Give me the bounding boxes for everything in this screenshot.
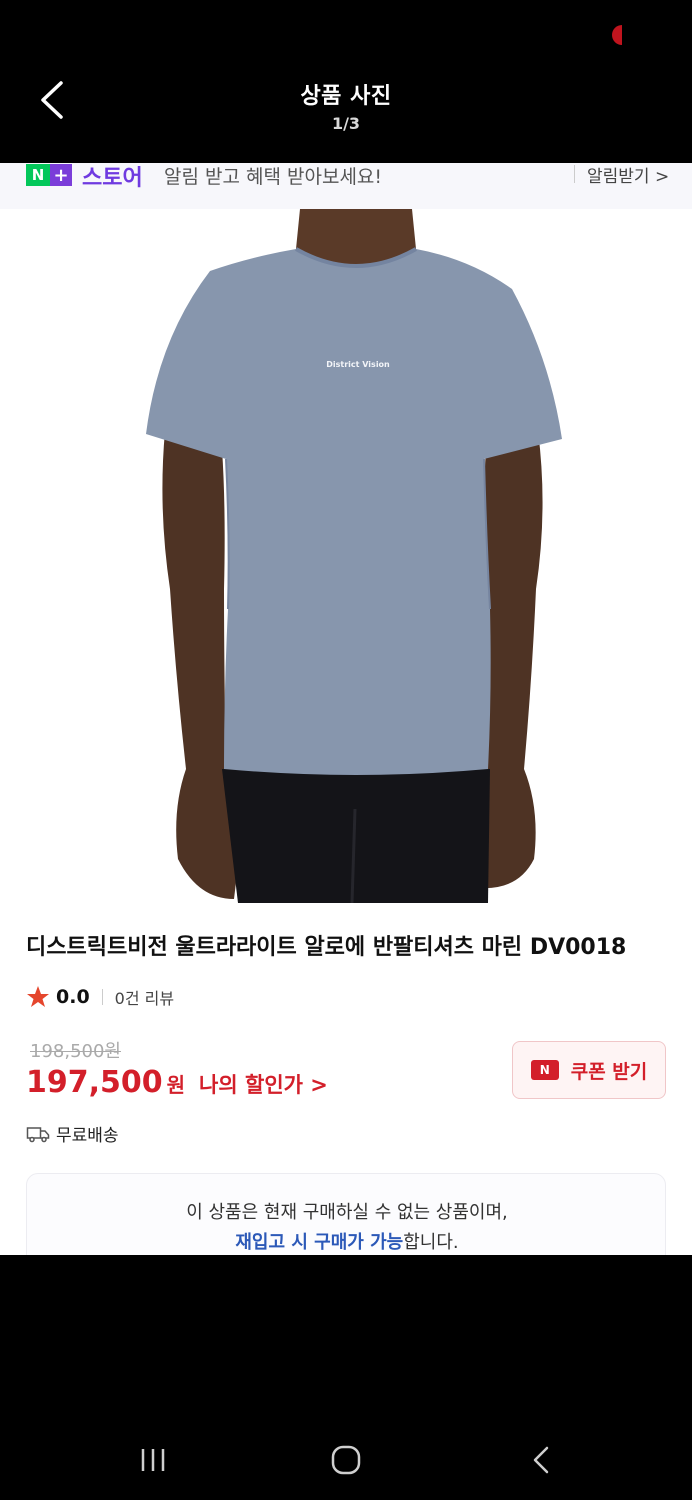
recent-apps-button[interactable] bbox=[128, 1438, 178, 1482]
sale-price-row: 197,500 원 나의 할인가 > bbox=[26, 1065, 328, 1100]
sale-price: 197,500 bbox=[26, 1065, 163, 1100]
recent-apps-icon bbox=[141, 1449, 165, 1471]
banner-divider bbox=[574, 165, 575, 183]
shipping-info: 무료배송 bbox=[26, 1121, 119, 1146]
store-name: 스토어 bbox=[82, 166, 143, 191]
rating-value: 0.0 bbox=[56, 986, 90, 1008]
back-arrow-icon bbox=[533, 1446, 549, 1474]
notice-highlight: 재입고 시 구매가 가능 bbox=[235, 1232, 404, 1253]
notice-line-1: 이 상품은 현재 구매하실 수 없는 상품이며, bbox=[186, 1202, 508, 1223]
status-indicator bbox=[612, 25, 622, 45]
coupon-logo-icon: N bbox=[530, 1060, 559, 1080]
photo-counter: 1/3 bbox=[331, 114, 361, 133]
unavailable-notice: 이 상품은 현재 구매하실 수 없는 상품이며, 재입고 시 구매가 가능합니다… bbox=[26, 1173, 666, 1255]
viewer-header: 상품 사진 1/3 bbox=[0, 0, 692, 163]
notice-line-2-rest: 합니다. bbox=[403, 1232, 459, 1253]
get-notifications-link[interactable]: 알림받기 > bbox=[587, 163, 669, 187]
truck-icon bbox=[26, 1126, 50, 1142]
my-discount-link[interactable]: 나의 할인가 > bbox=[199, 1069, 328, 1099]
home-icon bbox=[331, 1445, 361, 1475]
system-back-button[interactable] bbox=[516, 1438, 566, 1482]
product-title: 디스트릭트비전 울트라라이트 알로에 반팔티셔츠 마린 DV0018 bbox=[26, 935, 627, 960]
home-button[interactable] bbox=[321, 1438, 371, 1482]
photo-viewer-screen: 상품 사진 1/3 N + 스토어 알림 받고 혜택 받아보세요! 알림받기 > bbox=[0, 0, 692, 1500]
get-coupon-button[interactable]: N 쿠폰 받기 bbox=[512, 1041, 666, 1099]
shirt-print: District Vision bbox=[326, 360, 390, 369]
sale-price-unit: 원 bbox=[166, 1073, 186, 1097]
store-notification-banner[interactable]: N + 스토어 알림 받고 혜택 받아보세요! 알림받기 > bbox=[0, 163, 692, 210]
product-panel: N + 스토어 알림 받고 혜택 받아보세요! 알림받기 > District … bbox=[0, 163, 692, 1255]
system-navigation-bar bbox=[0, 1400, 692, 1500]
shipping-label: 무료배송 bbox=[56, 1126, 119, 1146]
banner-message: 알림 받고 혜택 받아보세요! bbox=[164, 166, 383, 188]
rating-row: 0.0 0건 리뷰 bbox=[26, 985, 174, 1009]
notice-line-2: 재입고 시 구매가 가능합니다. bbox=[27, 1228, 667, 1254]
product-photo[interactable]: District Vision bbox=[0, 209, 692, 903]
logo-n: N bbox=[26, 164, 50, 186]
coupon-button-label: 쿠폰 받기 bbox=[570, 1060, 648, 1083]
rating-divider bbox=[101, 989, 103, 1005]
review-count-link[interactable]: 0건 리뷰 bbox=[115, 985, 174, 1009]
original-price: 198,500원 bbox=[30, 1041, 121, 1062]
page-title: 상품 사진 bbox=[300, 84, 392, 109]
logo-plus: + bbox=[50, 164, 72, 186]
naver-plus-logo: N + bbox=[26, 164, 72, 186]
star-icon bbox=[27, 986, 49, 1007]
product-photo-tshirt: District Vision bbox=[0, 209, 692, 903]
